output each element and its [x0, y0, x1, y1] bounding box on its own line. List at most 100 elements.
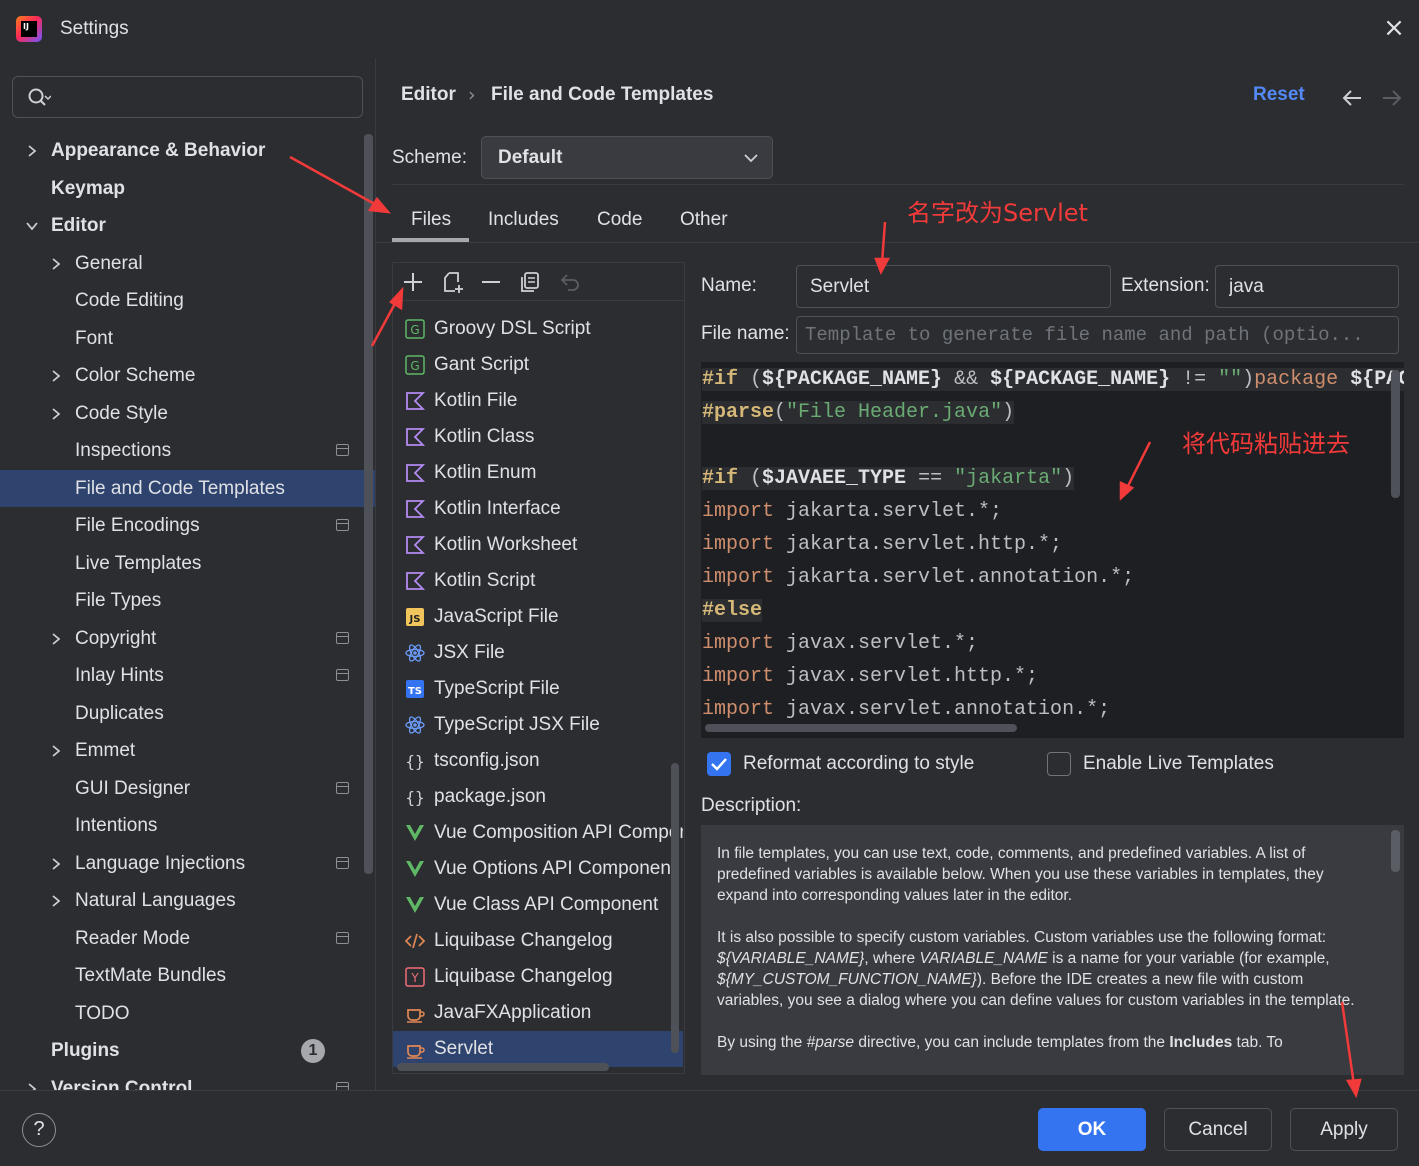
template-list-hscrollbar[interactable] — [397, 1063, 609, 1071]
back-arrow-icon[interactable] — [1340, 86, 1364, 110]
sidebar-item-plugins[interactable]: Plugins 1 — [0, 1032, 375, 1069]
code-token: ( — [738, 368, 763, 391]
live-templates-label[interactable]: Enable Live Templates — [1083, 753, 1274, 775]
sidebar-item-live-templates[interactable]: Live Templates — [0, 545, 375, 582]
template-code-editor[interactable]: #if (${PACKAGE_NAME} && ${PACKAGE_NAME} … — [701, 362, 1404, 738]
code-editor-scrollbar[interactable] — [1391, 370, 1400, 498]
chevron-down-icon[interactable] — [25, 219, 39, 233]
template-item-kotlin-script[interactable]: Kotlin Script — [393, 563, 683, 599]
sidebar-item-emmet[interactable]: Emmet — [0, 732, 375, 769]
close-icon[interactable]: × — [1380, 14, 1408, 42]
template-item-javascript-file[interactable]: JS JavaScript File — [393, 599, 683, 635]
template-item-groovy-dsl-script[interactable]: G Groovy DSL Script — [393, 311, 683, 347]
sidebar-item-todo[interactable]: TODO — [0, 995, 375, 1032]
remove-icon[interactable] — [479, 270, 503, 294]
template-item-label: Kotlin Class — [434, 426, 535, 447]
settings-search-input[interactable] — [12, 76, 363, 118]
breadcrumb-editor[interactable]: Editor — [401, 84, 456, 106]
chevron-right-icon[interactable] — [49, 744, 63, 758]
filename-field[interactable] — [796, 316, 1399, 354]
sidebar-item-file-encodings[interactable]: File Encodings — [0, 507, 375, 544]
template-item-servlet[interactable]: Servlet — [393, 1031, 683, 1067]
chevron-right-icon[interactable] — [25, 1082, 39, 1091]
revert-icon[interactable] — [558, 270, 582, 294]
tab-files[interactable]: Files — [411, 209, 451, 231]
chevron-right-icon[interactable] — [49, 369, 63, 383]
sidebar-item-inlay-hints[interactable]: Inlay Hints — [0, 657, 375, 694]
chevron-right-icon[interactable] — [25, 144, 39, 158]
apply-button[interactable]: Apply — [1290, 1108, 1398, 1151]
help-button[interactable]: ? — [22, 1113, 56, 1147]
template-list-scrollbar[interactable] — [671, 763, 679, 1053]
template-item-vue-composition-api-component[interactable]: Vue Composition API Component — [393, 815, 683, 851]
sidebar-item-version-control[interactable]: Version Control — [0, 1070, 375, 1091]
template-item-typescript-file[interactable]: TS TypeScript File — [393, 671, 683, 707]
chevron-right-icon[interactable] — [49, 632, 63, 646]
sidebar-item-editor[interactable]: Editor — [0, 207, 375, 244]
template-item-kotlin-worksheet[interactable]: Kotlin Worksheet — [393, 527, 683, 563]
cancel-button[interactable]: Cancel — [1164, 1108, 1272, 1151]
sidebar-item-textmate-bundles[interactable]: TextMate Bundles — [0, 957, 375, 994]
sidebar-item-natural-languages[interactable]: Natural Languages — [0, 882, 375, 919]
sidebar-item-appearance-behavior[interactable]: Appearance & Behavior — [0, 132, 375, 169]
sidebar-item-duplicates[interactable]: Duplicates — [0, 695, 375, 732]
template-item-kotlin-enum[interactable]: Kotlin Enum — [393, 455, 683, 491]
tab-other[interactable]: Other — [680, 209, 728, 231]
live-templates-checkbox[interactable] — [1047, 752, 1071, 776]
extension-label: Extension: — [1121, 275, 1210, 296]
sidebar-item-keymap[interactable]: Keymap — [0, 170, 375, 207]
reformat-checkbox[interactable] — [707, 752, 731, 776]
template-item-typescript-jsx-file[interactable]: TypeScript JSX File — [393, 707, 683, 743]
tab-code[interactable]: Code — [597, 209, 642, 231]
chevron-right-icon[interactable] — [49, 257, 63, 271]
forward-arrow-icon[interactable] — [1380, 86, 1404, 110]
sidebar-item-file-and-code-templates[interactable]: File and Code Templates — [0, 469, 375, 507]
sidebar-item-label: Inspections — [75, 440, 172, 461]
template-item-gant-script[interactable]: G Gant Script — [393, 347, 683, 383]
sidebar-scrollbar[interactable] — [364, 134, 373, 874]
tab-includes[interactable]: Includes — [488, 209, 559, 231]
ok-button[interactable]: OK — [1038, 1108, 1146, 1151]
sidebar-item-gui-designer[interactable]: GUI Designer — [0, 770, 375, 807]
template-item-kotlin-class[interactable]: Kotlin Class — [393, 419, 683, 455]
copy-template-icon[interactable] — [441, 270, 465, 294]
sidebar-item-reader-mode[interactable]: Reader Mode — [0, 920, 375, 957]
duplicate-icon[interactable] — [518, 270, 542, 294]
sidebar-item-file-types[interactable]: File Types — [0, 582, 375, 619]
template-item-tsconfig-json[interactable]: {} tsconfig.json — [393, 743, 683, 779]
template-item-label: TypeScript File — [434, 678, 560, 699]
code-editor-hscrollbar[interactable] — [705, 724, 1017, 732]
reset-link[interactable]: Reset — [1253, 84, 1305, 106]
template-item-kotlin-file[interactable]: Kotlin File — [393, 383, 683, 419]
template-item-package-json[interactable]: {} package.json — [393, 779, 683, 815]
sidebar-item-font[interactable]: Font — [0, 320, 375, 357]
sidebar-item-inspections[interactable]: Inspections — [0, 432, 375, 469]
chevron-right-icon[interactable] — [49, 894, 63, 908]
template-item-jsx-file[interactable]: JSX File — [393, 635, 683, 671]
template-item-liquibase-changelog[interactable]: Y Liquibase Changelog — [393, 959, 683, 995]
scheme-dropdown[interactable]: Default — [481, 136, 773, 179]
sidebar-item-intentions[interactable]: Intentions — [0, 807, 375, 844]
sidebar-item-general[interactable]: General — [0, 245, 375, 282]
description-scrollbar[interactable] — [1391, 830, 1400, 872]
name-field[interactable] — [796, 265, 1111, 308]
sidebar-item-code-style[interactable]: Code Style — [0, 395, 375, 432]
template-item-vue-class-api-component[interactable]: Vue Class API Component — [393, 887, 683, 923]
divider — [0, 1090, 1419, 1091]
template-item-label: Servlet — [434, 1038, 494, 1059]
extension-field[interactable] — [1215, 265, 1399, 308]
reformat-label[interactable]: Reformat according to style — [743, 753, 974, 775]
groovy-icon: G — [405, 355, 425, 375]
template-item-kotlin-interface[interactable]: Kotlin Interface — [393, 491, 683, 527]
sidebar-item-code-editing[interactable]: Code Editing — [0, 282, 375, 319]
template-item-javafxapplication[interactable]: JavaFXApplication — [393, 995, 683, 1031]
sidebar-item-copyright[interactable]: Copyright — [0, 620, 375, 657]
chevron-right-icon[interactable] — [49, 857, 63, 871]
chevron-right-icon[interactable] — [49, 407, 63, 421]
add-icon[interactable] — [401, 270, 425, 294]
sidebar-item-language-injections[interactable]: Language Injections — [0, 845, 375, 882]
template-item-liquibase-changelog[interactable]: Liquibase Changelog — [393, 923, 683, 959]
sidebar-item-color-scheme[interactable]: Color Scheme — [0, 357, 375, 394]
description-text-run: is a name for your variable (for example… — [1047, 950, 1330, 967]
template-item-vue-options-api-component[interactable]: Vue Options API Component — [393, 851, 683, 887]
